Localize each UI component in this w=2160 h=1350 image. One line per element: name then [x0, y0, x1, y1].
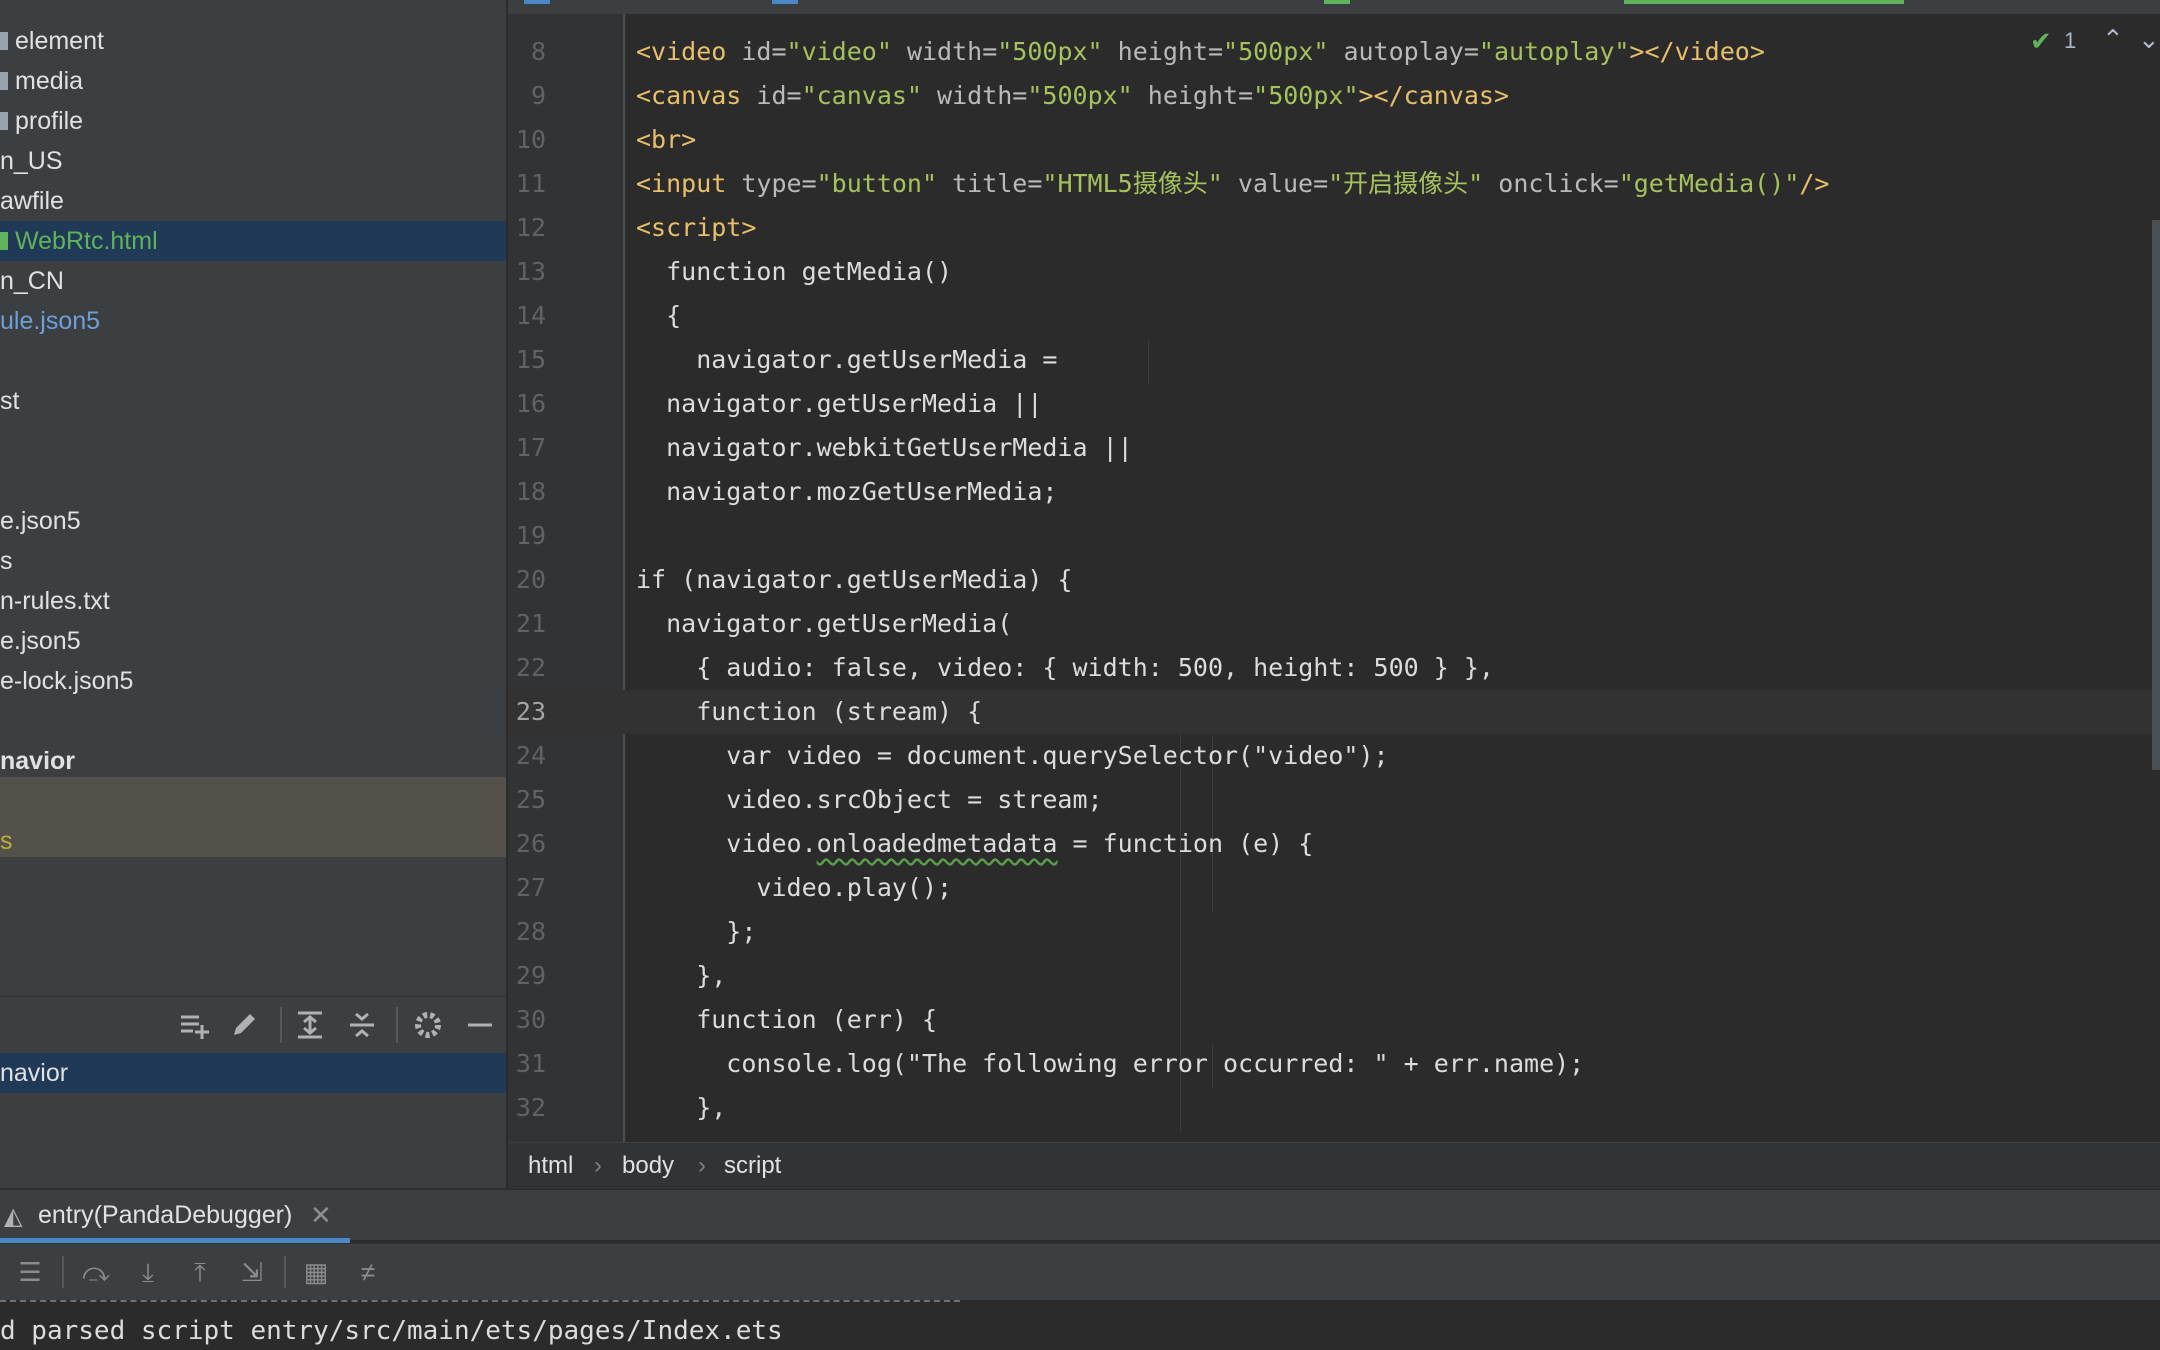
- console-partial-line: [0, 1300, 960, 1308]
- tree-item-en-us[interactable]: n_US: [0, 141, 506, 181]
- tree-item-profile[interactable]: profile: [0, 101, 506, 141]
- panel-toolbar: [0, 996, 506, 1054]
- chevron-up-icon[interactable]: ⌃: [2102, 24, 2124, 55]
- debug-tool-window-header: ◭ entry(PandaDebugger) ✕: [0, 1190, 2160, 1240]
- tree-item-highlighted[interactable]: s: [0, 821, 506, 861]
- toolbar-divider: [284, 1256, 286, 1288]
- code-line: 17 navigator.webkitGetUserMedia ||: [515, 433, 1133, 462]
- tree-item-media[interactable]: media: [0, 61, 506, 101]
- html-file-icon: [0, 232, 8, 250]
- code-line: 26 video.onloadedmetadata = function (e)…: [515, 829, 1314, 858]
- tree-item-module-json5[interactable]: ule.json5: [0, 301, 506, 341]
- editor-tab[interactable]: [772, 0, 798, 4]
- code-line: 28 };: [515, 917, 757, 946]
- close-icon[interactable]: ✕: [310, 1190, 332, 1240]
- code-line: 20 if (navigator.getUserMedia) {: [515, 565, 1073, 594]
- step-into-icon[interactable]: ⤓: [132, 1256, 164, 1288]
- folder-icon: [0, 32, 8, 50]
- toolbar-divider: [62, 1256, 64, 1288]
- tree-item-zh-cn[interactable]: n_CN: [0, 261, 506, 301]
- editor-tab-strip: [508, 0, 2160, 14]
- folder-icon: [0, 112, 8, 130]
- code-line: 32 },: [515, 1093, 727, 1122]
- tree-item-test[interactable]: st: [0, 381, 506, 421]
- inspection-widget[interactable]: ✔ 1 ⌃ ⌄: [2030, 24, 2160, 60]
- breadcrumb-separator-icon: ›: [698, 1152, 706, 1179]
- tree-item-oh-package-lock-json5[interactable]: e-lock.json5: [0, 661, 506, 701]
- editor-scrollbar[interactable]: [2152, 220, 2160, 770]
- expand-all-icon[interactable]: [294, 1009, 326, 1041]
- debug-toolbar: ☰ ⤼ ⤓ ⤒ ⇲ ▦ ≠: [0, 1243, 2160, 1300]
- code-line: 16 navigator.getUserMedia ||: [515, 389, 1043, 418]
- tree-item-obfuscation-rules[interactable]: n-rules.txt: [0, 581, 506, 621]
- tree-item-rawfile[interactable]: awfile: [0, 181, 506, 221]
- warning-underline[interactable]: onloadedmetadata: [817, 829, 1058, 858]
- frames-icon[interactable]: ☰: [14, 1256, 46, 1288]
- breadcrumb-item-html[interactable]: html: [528, 1143, 573, 1189]
- breadcrumb: html › body › script: [508, 1142, 2160, 1189]
- code-line: 8 <video id="video" width="500px" height=…: [530, 37, 1765, 66]
- code-line: 27 video.play();: [515, 873, 953, 902]
- code-line: 18 navigator.mozGetUserMedia;: [515, 477, 1058, 506]
- mute-breakpoints-icon[interactable]: ≠: [352, 1256, 384, 1288]
- debugger-icon: ◭: [4, 1203, 23, 1230]
- project-panel: element media profile n_US awfile WebRtc…: [0, 0, 508, 1188]
- inspection-count: 1: [2064, 28, 2077, 53]
- breadcrumb-item-body[interactable]: body: [622, 1143, 674, 1189]
- code-line: 11 <input type="button" title="HTML5摄像头" …: [515, 169, 1830, 198]
- minimize-icon[interactable]: [464, 1009, 496, 1041]
- debug-tab[interactable]: ◭ entry(PandaDebugger) ✕: [0, 1190, 350, 1240]
- collapse-all-icon[interactable]: [346, 1009, 378, 1041]
- code-line: 13 function getMedia(): [515, 257, 953, 286]
- folder-icon: [0, 72, 8, 90]
- code-line: 25 video.srcObject = stream;: [515, 785, 1103, 814]
- step-over-icon[interactable]: ⤼: [80, 1256, 112, 1288]
- code-line: 22 { audio: false, video: { width: 500, …: [515, 653, 1494, 682]
- toolbar-divider: [396, 1007, 398, 1043]
- editor-tab[interactable]: [524, 0, 550, 4]
- code-line: 10 <br>: [515, 125, 697, 154]
- code-line: 14 {: [515, 301, 682, 330]
- editor-tab[interactable]: [1324, 0, 1350, 4]
- evaluate-expression-icon[interactable]: ▦: [300, 1256, 332, 1288]
- code-line: 19: [515, 521, 546, 550]
- step-out-icon[interactable]: ⤒: [184, 1256, 216, 1288]
- run-to-cursor-icon[interactable]: ⇲: [236, 1256, 268, 1288]
- tree-item-behavior[interactable]: navior: [0, 741, 506, 781]
- tree-item-oh-package-json5[interactable]: e.json5: [0, 621, 506, 661]
- code-line: 24 var video = document.querySelector("v…: [515, 741, 1389, 770]
- edit-icon[interactable]: [228, 1009, 260, 1041]
- toolbar-divider: [280, 1007, 282, 1043]
- breadcrumb-separator-icon: ›: [594, 1152, 602, 1179]
- active-editor-tab[interactable]: [1624, 0, 1904, 4]
- code-line: 9 <canvas id="canvas" width="500px" heigh…: [530, 81, 1510, 110]
- code-line: 21 navigator.getUserMedia(: [515, 609, 1013, 638]
- tree-item-element[interactable]: element: [0, 21, 506, 61]
- current-code-line: 23 function (stream) {: [508, 690, 2160, 734]
- code-line: 30 function (err) {: [515, 1005, 938, 1034]
- code-line: 12 <script>: [515, 213, 757, 242]
- tree-item-webrtc-html[interactable]: WebRtc.html: [0, 221, 506, 261]
- add-list-icon[interactable]: [178, 1009, 210, 1041]
- breadcrumb-item-script[interactable]: script: [724, 1143, 781, 1189]
- tree-item-hvigorfile[interactable]: s: [0, 541, 506, 581]
- gear-icon[interactable]: [412, 1009, 444, 1041]
- code-line: 29 },: [515, 961, 727, 990]
- code-line: 15 navigator.getUserMedia =: [515, 345, 1058, 374]
- console-output-line: d parsed script entry/src/main/ets/pages…: [0, 1316, 783, 1346]
- code-line: 31 console.log("The following error occu…: [515, 1049, 1585, 1078]
- tree-item-build-profile-json5[interactable]: e.json5: [0, 501, 506, 541]
- check-icon: ✔: [2030, 26, 2052, 56]
- code-editor[interactable]: 8 <video id="video" width="500px" height=…: [508, 0, 2160, 1142]
- chevron-down-icon[interactable]: ⌄: [2138, 24, 2160, 55]
- selected-item-behavior[interactable]: navior: [0, 1053, 506, 1093]
